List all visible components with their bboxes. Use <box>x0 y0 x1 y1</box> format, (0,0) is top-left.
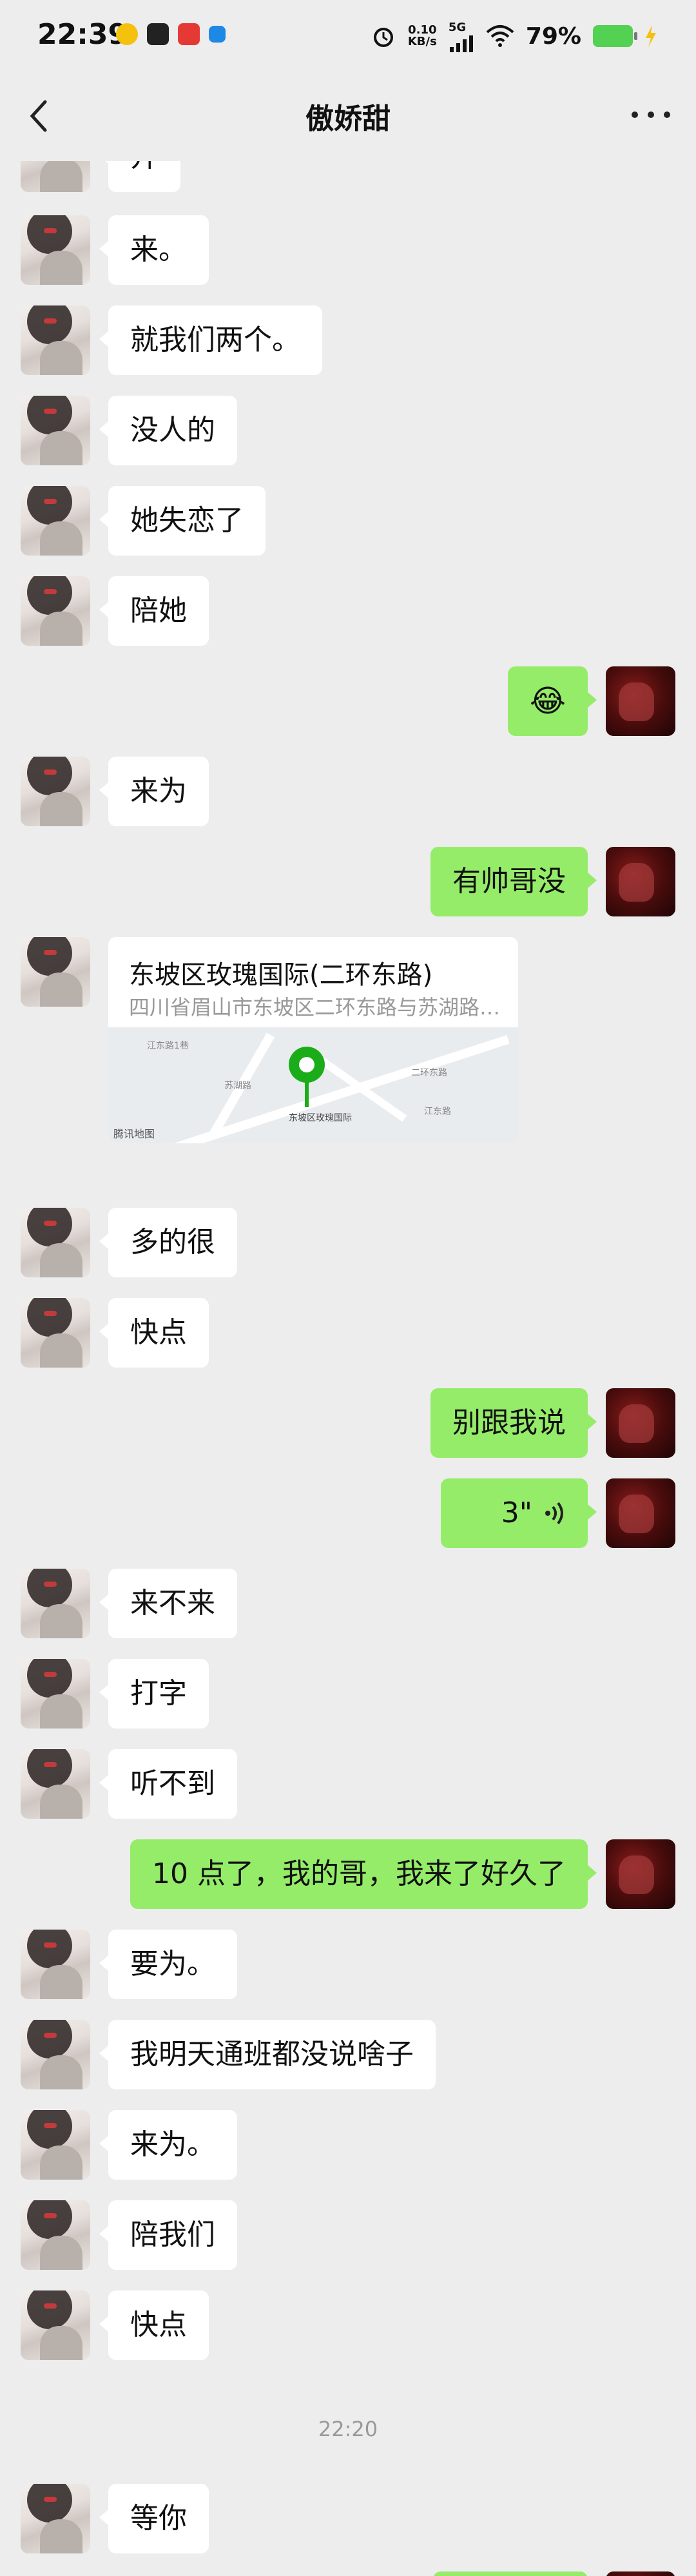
signal-group: 5G <box>449 21 474 52</box>
contact-avatar[interactable] <box>21 757 90 826</box>
contact-avatar[interactable] <box>21 2484 90 2553</box>
my-avatar[interactable] <box>606 1839 675 1909</box>
location-address: 四川省眉山市东坡区二环东路与苏湖路… <box>129 995 501 1020</box>
app-notification-icon <box>116 23 138 45</box>
contact-avatar[interactable] <box>21 2110 90 2180</box>
contact-avatar[interactable] <box>21 1298 90 1368</box>
status-time: 22:39 <box>37 18 128 51</box>
location-card[interactable]: 东坡区玫瑰国际(二环东路) 四川省眉山市东坡区二环东路与苏湖路… 江东路1巷 苏… <box>108 937 518 1143</box>
message-bubble[interactable]: 有帅哥没 <box>430 847 597 916</box>
battery-percent: 79% <box>525 23 581 50</box>
message-bubble[interactable]: 等你 <box>99 2484 209 2553</box>
map-preview: 江东路1巷 苏湖路 二环东路 江东路 东坡区玫瑰国际 腾讯地图 <box>108 1027 518 1143</box>
message-list[interactable]: 开 来。 就我们两个。 没人的 她失恋了 陪她 😂 来为 有帅哥没 东坡区玫瑰国… <box>0 161 696 2576</box>
message-bubble[interactable]: 要为。 <box>99 1930 237 1999</box>
message-bubble[interactable]: 别跟我说 <box>430 1388 597 1458</box>
my-avatar[interactable] <box>606 847 675 916</box>
emoji-message[interactable]: 😂 <box>507 666 597 736</box>
contact-avatar[interactable] <box>21 486 90 556</box>
message-bubble[interactable]: 快点 <box>99 1298 209 1368</box>
message-bubble[interactable]: 10 点了，我的哥，我来了好久了 <box>130 1839 597 1909</box>
chat-header: 傲娇甜 <box>0 71 696 161</box>
contact-avatar[interactable] <box>21 396 90 465</box>
app-notification-icon <box>147 23 169 45</box>
message-bubble[interactable]: 我明天通班都没说啥子 <box>99 2020 436 2089</box>
map-pin-icon <box>289 1047 325 1083</box>
contact-avatar[interactable] <box>21 1208 90 1277</box>
message-bubble[interactable]: 她失恋了 <box>99 486 266 556</box>
message-timestamp: 22:20 <box>318 2417 378 2441</box>
charging-icon <box>646 25 656 47</box>
message-bubble[interactable]: 打字 <box>99 1659 209 1729</box>
map-brand: 腾讯地图 <box>113 1128 155 1140</box>
message-bubble[interactable]: 听不到 <box>99 1749 237 1819</box>
wifi-icon <box>486 25 514 47</box>
message-bubble[interactable]: 快点 <box>99 2290 209 2360</box>
contact-avatar[interactable] <box>21 1659 90 1729</box>
status-indicators: 0.10 KB/s 5G 79% <box>371 17 657 55</box>
network-type: 5G <box>448 20 467 34</box>
message-bubble[interactable]: 来不来 <box>99 1569 237 1638</box>
my-avatar[interactable] <box>606 666 675 736</box>
voice-message[interactable]: 3" <box>441 1478 597 1548</box>
message-bubble[interactable] <box>433 2571 588 2576</box>
message-bubble[interactable]: 多的很 <box>99 1208 237 1277</box>
location-title: 东坡区玫瑰国际(二环东路) <box>129 960 433 990</box>
contact-avatar[interactable] <box>21 2290 90 2360</box>
contact-avatar[interactable] <box>21 1930 90 1999</box>
contact-avatar[interactable] <box>21 2200 90 2270</box>
contact-avatar[interactable] <box>21 1749 90 1819</box>
message-bubble[interactable]: 陪她 <box>99 576 209 646</box>
map-place-label: 东坡区玫瑰国际 <box>289 1113 352 1123</box>
my-avatar[interactable] <box>606 1388 675 1458</box>
my-avatar[interactable] <box>606 2571 675 2576</box>
app-notification-icon <box>178 23 200 45</box>
voice-duration: 3" <box>501 1496 532 1529</box>
contact-avatar[interactable] <box>21 215 90 285</box>
message-bubble[interactable]: 来。 <box>99 215 209 285</box>
message-bubble[interactable]: 陪我们 <box>99 2200 237 2270</box>
my-avatar[interactable] <box>606 1478 675 1548</box>
contact-avatar[interactable] <box>21 937 90 1007</box>
alarm-icon <box>373 28 393 47</box>
message-bubble[interactable]: 就我们两个。 <box>99 305 322 375</box>
message-bubble[interactable]: 来为。 <box>99 2110 237 2180</box>
voice-wave-icon <box>545 1502 563 1525</box>
more-icon[interactable] <box>632 102 670 128</box>
contact-avatar[interactable] <box>21 1569 90 1638</box>
contact-avatar[interactable] <box>21 2020 90 2089</box>
battery-icon <box>593 25 637 47</box>
contact-avatar[interactable] <box>21 161 90 192</box>
message-bubble[interactable]: 来为 <box>99 757 209 826</box>
app-notification-icon <box>209 26 226 43</box>
chat-title: 傲娇甜 <box>305 102 391 135</box>
message-bubble[interactable]: 开 <box>99 161 180 192</box>
contact-avatar[interactable] <box>21 305 90 375</box>
message-bubble[interactable]: 没人的 <box>99 396 237 465</box>
signal-icon <box>449 35 473 52</box>
status-bar: 22:39 0.10 KB/s 5G 79% <box>0 0 696 71</box>
contact-avatar[interactable] <box>21 576 90 646</box>
net-speed: 0.10 KB/s <box>407 23 437 48</box>
